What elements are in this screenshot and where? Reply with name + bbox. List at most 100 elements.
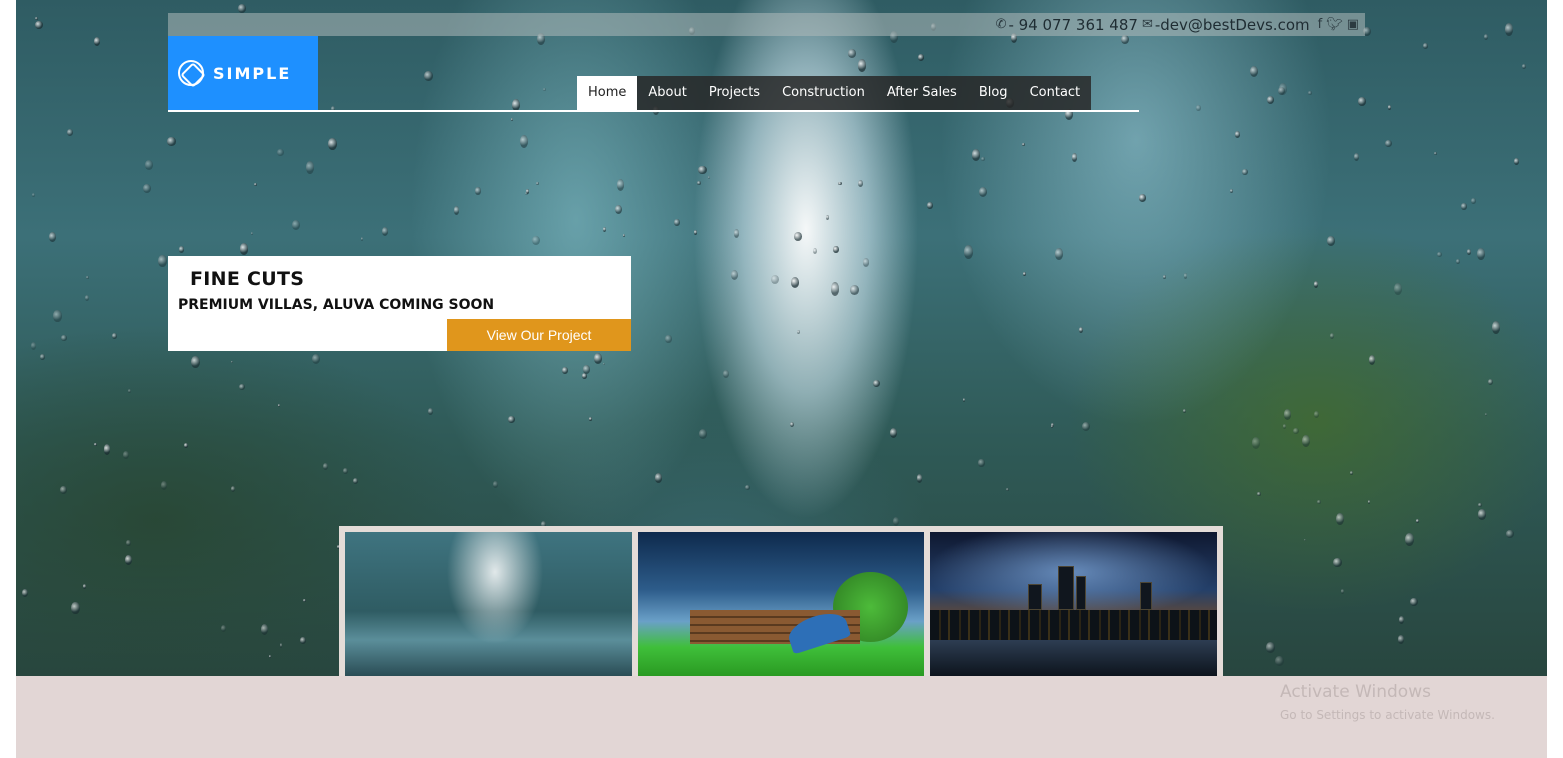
youtube-icon[interactable]: ▣ — [1347, 17, 1359, 32]
raindrop — [35, 16, 38, 20]
raindrop — [1251, 437, 1260, 449]
raindrop — [1313, 410, 1319, 419]
raindrop — [848, 49, 856, 58]
raindrop — [510, 118, 514, 122]
nav-item-contact[interactable]: Contact — [1019, 76, 1092, 110]
contact-bar: ✆ - 94 077 361 487 ✉ -dev@bestDevs.com f… — [168, 13, 1365, 36]
raindrop — [532, 235, 540, 246]
raindrop — [830, 282, 840, 296]
raindrop — [796, 329, 801, 335]
raindrop — [343, 468, 348, 475]
raindrop — [562, 366, 569, 375]
raindrop — [873, 380, 880, 388]
raindrop — [84, 294, 89, 302]
raindrop — [1478, 502, 1482, 507]
raindrop — [158, 254, 167, 268]
raindrop — [1349, 471, 1353, 475]
raindrop — [698, 166, 707, 175]
raindrop — [1234, 131, 1241, 139]
raindrop — [1477, 509, 1487, 520]
raindrop — [279, 643, 283, 648]
raindrop — [220, 624, 226, 633]
raindrop — [833, 245, 839, 254]
raindrop — [1487, 379, 1493, 386]
raindrop — [1394, 283, 1402, 296]
raindrop — [794, 232, 802, 242]
raindrop — [789, 421, 795, 428]
raindrop — [1506, 530, 1514, 538]
raindrop — [1078, 326, 1083, 334]
raindrop — [1397, 635, 1405, 644]
raindrop — [825, 214, 830, 221]
raindrop — [352, 477, 359, 485]
nav-item-blog[interactable]: Blog — [968, 76, 1019, 110]
raindrop — [127, 388, 131, 394]
email-address[interactable]: -dev@bestDevs.com — [1155, 16, 1310, 34]
gallery-thumb-park-bench[interactable] — [637, 532, 925, 676]
raindrop — [981, 156, 985, 162]
raindrop — [1183, 273, 1188, 279]
nav-divider — [168, 110, 1139, 112]
raindrop — [927, 201, 933, 209]
raindrop — [508, 415, 515, 423]
twitter-icon[interactable]: 🐦︎ — [1326, 17, 1343, 32]
raindrop — [1399, 615, 1405, 625]
raindrop — [858, 180, 864, 188]
raindrop — [167, 137, 176, 146]
raindrop — [616, 179, 625, 192]
nav-item-projects[interactable]: Projects — [698, 76, 771, 110]
gallery-thumb-city-skyline[interactable] — [930, 532, 1218, 676]
raindrop — [1267, 96, 1275, 105]
raindrop — [493, 480, 498, 488]
raindrop — [82, 583, 87, 590]
logo-icon — [178, 60, 204, 86]
raindrop — [893, 516, 900, 526]
raindrop — [614, 205, 622, 215]
nav-item-after-sales[interactable]: After Sales — [876, 76, 968, 110]
raindrop — [1471, 197, 1476, 205]
facebook-icon[interactable]: f — [1318, 17, 1323, 32]
raindrop — [1257, 492, 1261, 496]
raindrop — [306, 161, 315, 174]
raindrop — [268, 654, 271, 659]
raindrop — [593, 353, 602, 364]
raindrop — [453, 206, 460, 215]
raindrop — [190, 355, 200, 369]
raindrop — [519, 134, 529, 149]
raindrop — [311, 354, 320, 365]
raindrop — [254, 182, 258, 186]
raindrop — [1327, 235, 1336, 247]
site-logo[interactable]: SIMPLE — [168, 36, 318, 110]
raindrop — [978, 458, 985, 468]
raindrop — [744, 484, 750, 490]
raindrop — [707, 175, 710, 179]
raindrop — [323, 463, 329, 471]
skyline-graphic — [930, 610, 1218, 640]
raindrop — [962, 398, 965, 402]
raindrop — [602, 363, 605, 366]
gallery-thumb-rainy-street[interactable] — [345, 532, 632, 676]
raindrop — [238, 383, 246, 391]
raindrop — [698, 429, 707, 440]
nav-item-construction[interactable]: Construction — [771, 76, 876, 110]
raindrop — [838, 181, 842, 186]
raindrop — [1329, 333, 1334, 339]
raindrop — [1230, 188, 1233, 193]
raindrop — [360, 237, 364, 242]
view-project-button[interactable]: View Our Project — [447, 319, 631, 351]
skyline-tower — [1140, 582, 1153, 610]
raindrop — [536, 182, 539, 186]
windows-watermark-subtitle: Go to Settings to activate Windows. — [1280, 708, 1495, 722]
raindrop — [123, 450, 129, 459]
raindrop — [1139, 194, 1147, 202]
raindrop — [1121, 34, 1129, 45]
gallery-strip — [339, 526, 1223, 676]
nav-item-about[interactable]: About — [637, 76, 697, 110]
raindrop — [1336, 512, 1345, 525]
raindrop — [239, 243, 249, 255]
nav-item-home[interactable]: Home — [577, 76, 638, 110]
raindrop — [71, 601, 80, 614]
raindrop — [1163, 275, 1166, 279]
raindrop — [237, 3, 247, 14]
raindrop — [918, 54, 925, 61]
